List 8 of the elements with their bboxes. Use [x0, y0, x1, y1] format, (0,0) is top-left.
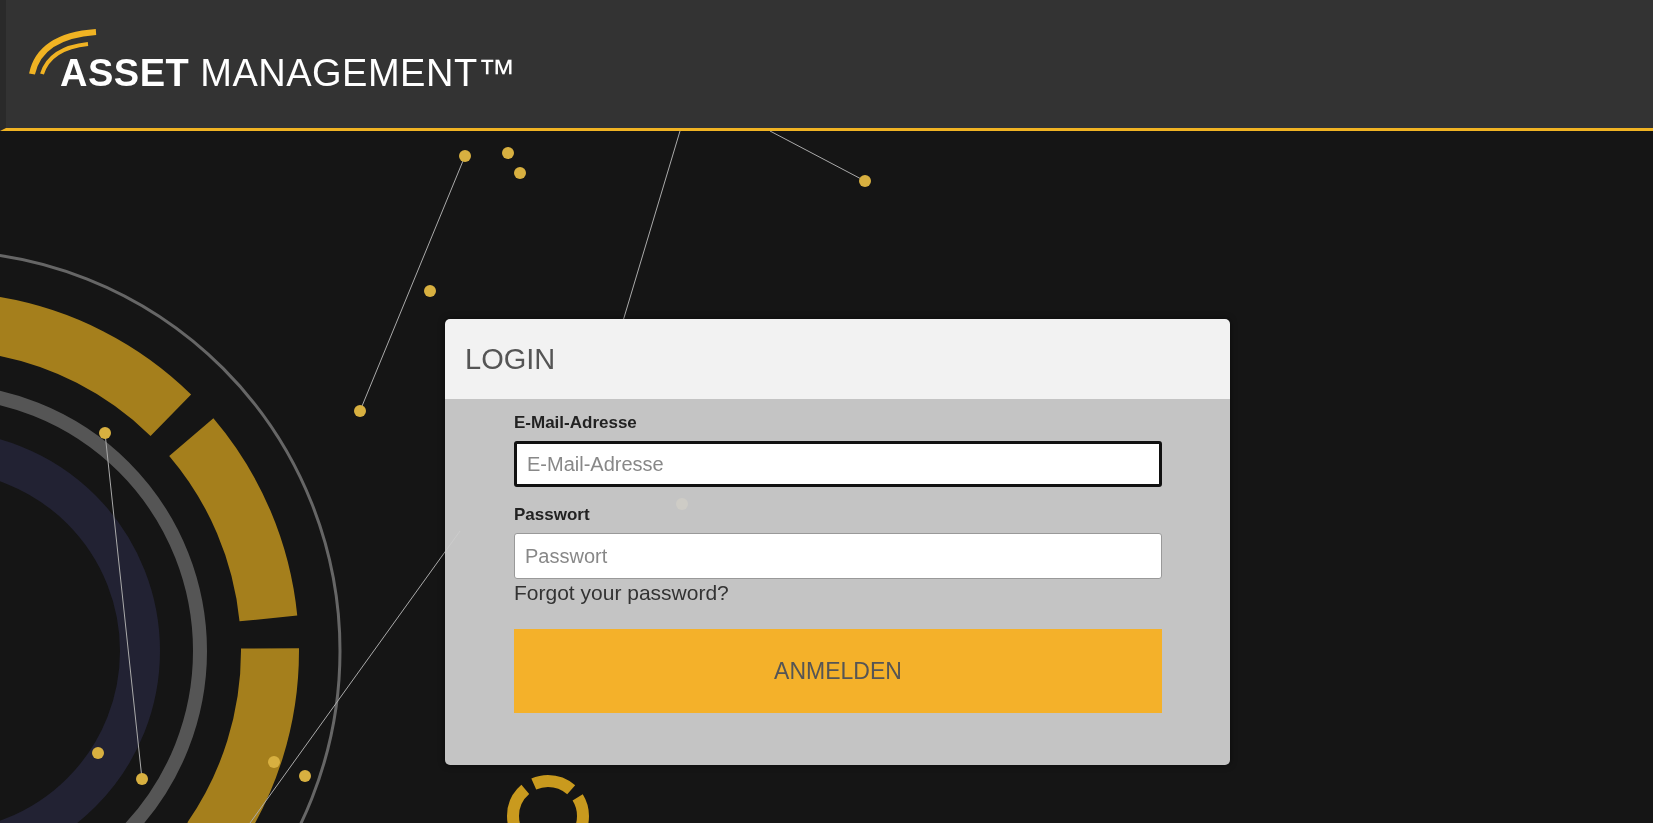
field-label: E-Mail-Adresse	[514, 413, 638, 433]
forgot-password-link[interactable]: Forgot your password?	[514, 581, 729, 605]
card-title: LOGIN	[465, 342, 556, 376]
logo-text: ASSET MANAGEMENT™	[60, 51, 517, 95]
input-field[interactable]: E-Mail-Adresse	[514, 441, 1162, 487]
login-button[interactable]: ANMELDEN	[514, 629, 1162, 713]
input-field[interactable]: Passwort	[514, 533, 1162, 579]
field-label: Passwort	[514, 505, 591, 525]
